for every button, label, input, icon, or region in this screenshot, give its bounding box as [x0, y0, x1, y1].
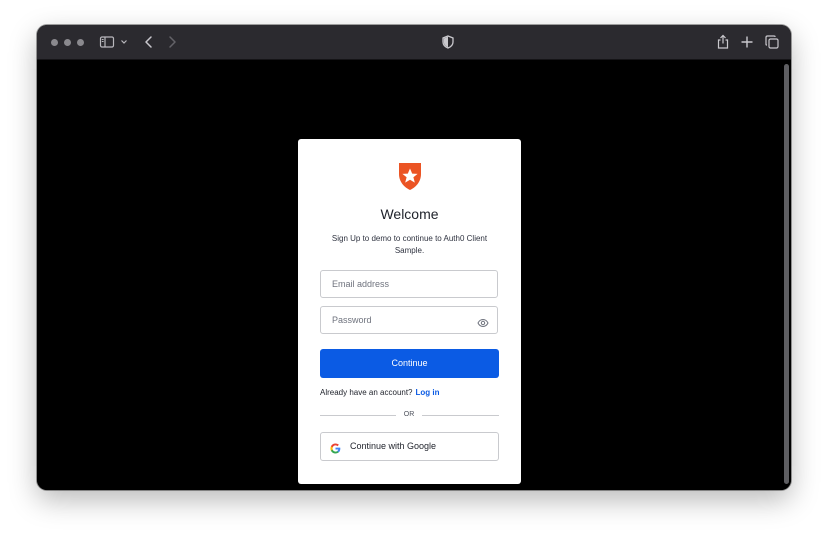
forward-icon[interactable]	[164, 34, 180, 50]
shield-icon	[440, 34, 456, 50]
share-icon[interactable]	[715, 34, 731, 50]
minimize-window-button[interactable]	[64, 39, 71, 46]
password-input[interactable]	[332, 307, 472, 333]
browser-toolbar	[37, 25, 791, 60]
back-icon[interactable]	[141, 34, 157, 50]
auth0-logo-icon	[396, 161, 424, 191]
login-card: Welcome Sign Up to demo to continue to A…	[298, 139, 521, 484]
sidebar-icon[interactable]	[99, 34, 115, 50]
close-window-button[interactable]	[51, 39, 58, 46]
google-button[interactable]: Continue with Google	[320, 432, 499, 461]
google-button-label: Continue with Google	[350, 441, 437, 451]
zoom-window-button[interactable]	[77, 39, 84, 46]
chevron-down-icon[interactable]	[119, 34, 129, 50]
divider-right	[422, 415, 499, 416]
page-viewport: Welcome Sign Up to demo to continue to A…	[37, 60, 791, 490]
divider-left	[320, 415, 396, 416]
plus-icon[interactable]	[739, 34, 755, 50]
login-prompt: Already have an account? Log in	[320, 388, 440, 397]
continue-button[interactable]: Continue	[320, 349, 499, 378]
page-title: Welcome	[380, 206, 439, 222]
email-field[interactable]	[320, 270, 498, 298]
browser-window: Welcome Sign Up to demo to continue to A…	[37, 25, 791, 490]
scrollbar[interactable]	[784, 64, 789, 484]
tabs-overview-icon[interactable]	[764, 34, 780, 50]
password-field[interactable]	[320, 306, 498, 334]
or-separator: OR	[403, 411, 415, 418]
show-password-icon[interactable]	[477, 315, 489, 328]
page-subtitle: Sign Up to demo to continue to Auth0 Cli…	[331, 234, 488, 255]
login-prompt-text: Already have an account?	[320, 388, 413, 397]
login-link[interactable]: Log in	[416, 388, 440, 397]
email-input[interactable]	[332, 271, 472, 297]
google-icon	[330, 441, 341, 454]
